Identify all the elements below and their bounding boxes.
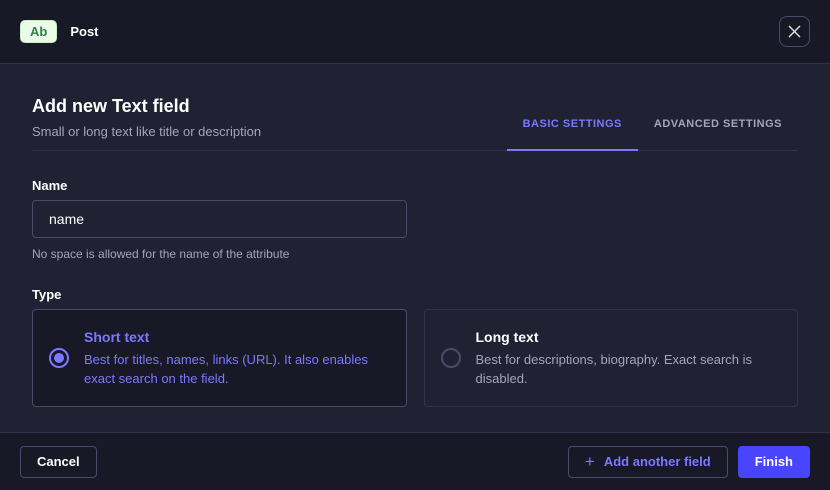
type-field-section: Type Short text Best for titles, names, … [32,287,798,407]
add-another-field-label: Add another field [604,454,711,469]
modal-header: Ab Post [0,0,830,64]
type-option-description: Best for titles, names, links (URL). It … [84,351,384,389]
name-helper-text: No space is allowed for the name of the … [32,247,798,261]
type-option-title: Short text [84,329,384,345]
type-option-texts: Short text Best for titles, names, links… [84,327,384,389]
title-block: Add new Text field Small or long text li… [32,96,261,150]
page-title: Add new Text field [32,96,261,117]
add-field-modal: Ab Post Add new Text field Small or long… [0,0,830,490]
modal-body: Add new Text field Small or long text li… [0,64,830,490]
type-card-grid: Short text Best for titles, names, links… [32,309,798,407]
title-row: Add new Text field Small or long text li… [32,96,798,151]
radio-checked-icon[interactable] [49,348,69,368]
type-option-long-text[interactable]: Long text Best for descriptions, biograp… [424,309,799,407]
type-option-description: Best for descriptions, biography. Exact … [476,351,776,389]
settings-tabs: BASIC SETTINGS ADVANCED SETTINGS [507,118,798,150]
close-icon [788,25,801,38]
name-field-section: Name No space is allowed for the name of… [32,178,798,261]
footer-actions: + Add another field Finish [568,446,810,478]
tab-advanced-settings[interactable]: ADVANCED SETTINGS [638,118,798,151]
content-type-title: Post [70,24,98,39]
type-option-title: Long text [476,329,776,345]
close-button[interactable] [779,16,810,47]
radio-unchecked-icon[interactable] [441,348,461,368]
name-input[interactable] [32,200,407,238]
finish-button[interactable]: Finish [738,446,810,478]
content-type-badge: Ab [20,20,57,43]
cancel-button[interactable]: Cancel [20,446,97,478]
add-another-field-button[interactable]: + Add another field [568,446,728,478]
page-subtitle: Small or long text like title or descrip… [32,124,261,139]
plus-icon: + [585,453,595,470]
type-option-short-text[interactable]: Short text Best for titles, names, links… [32,309,407,407]
type-option-texts: Long text Best for descriptions, biograp… [476,327,776,389]
tab-basic-settings[interactable]: BASIC SETTINGS [507,118,638,151]
type-field-label: Type [32,287,798,302]
modal-footer: Cancel + Add another field Finish [0,432,830,490]
name-field-label: Name [32,178,798,193]
